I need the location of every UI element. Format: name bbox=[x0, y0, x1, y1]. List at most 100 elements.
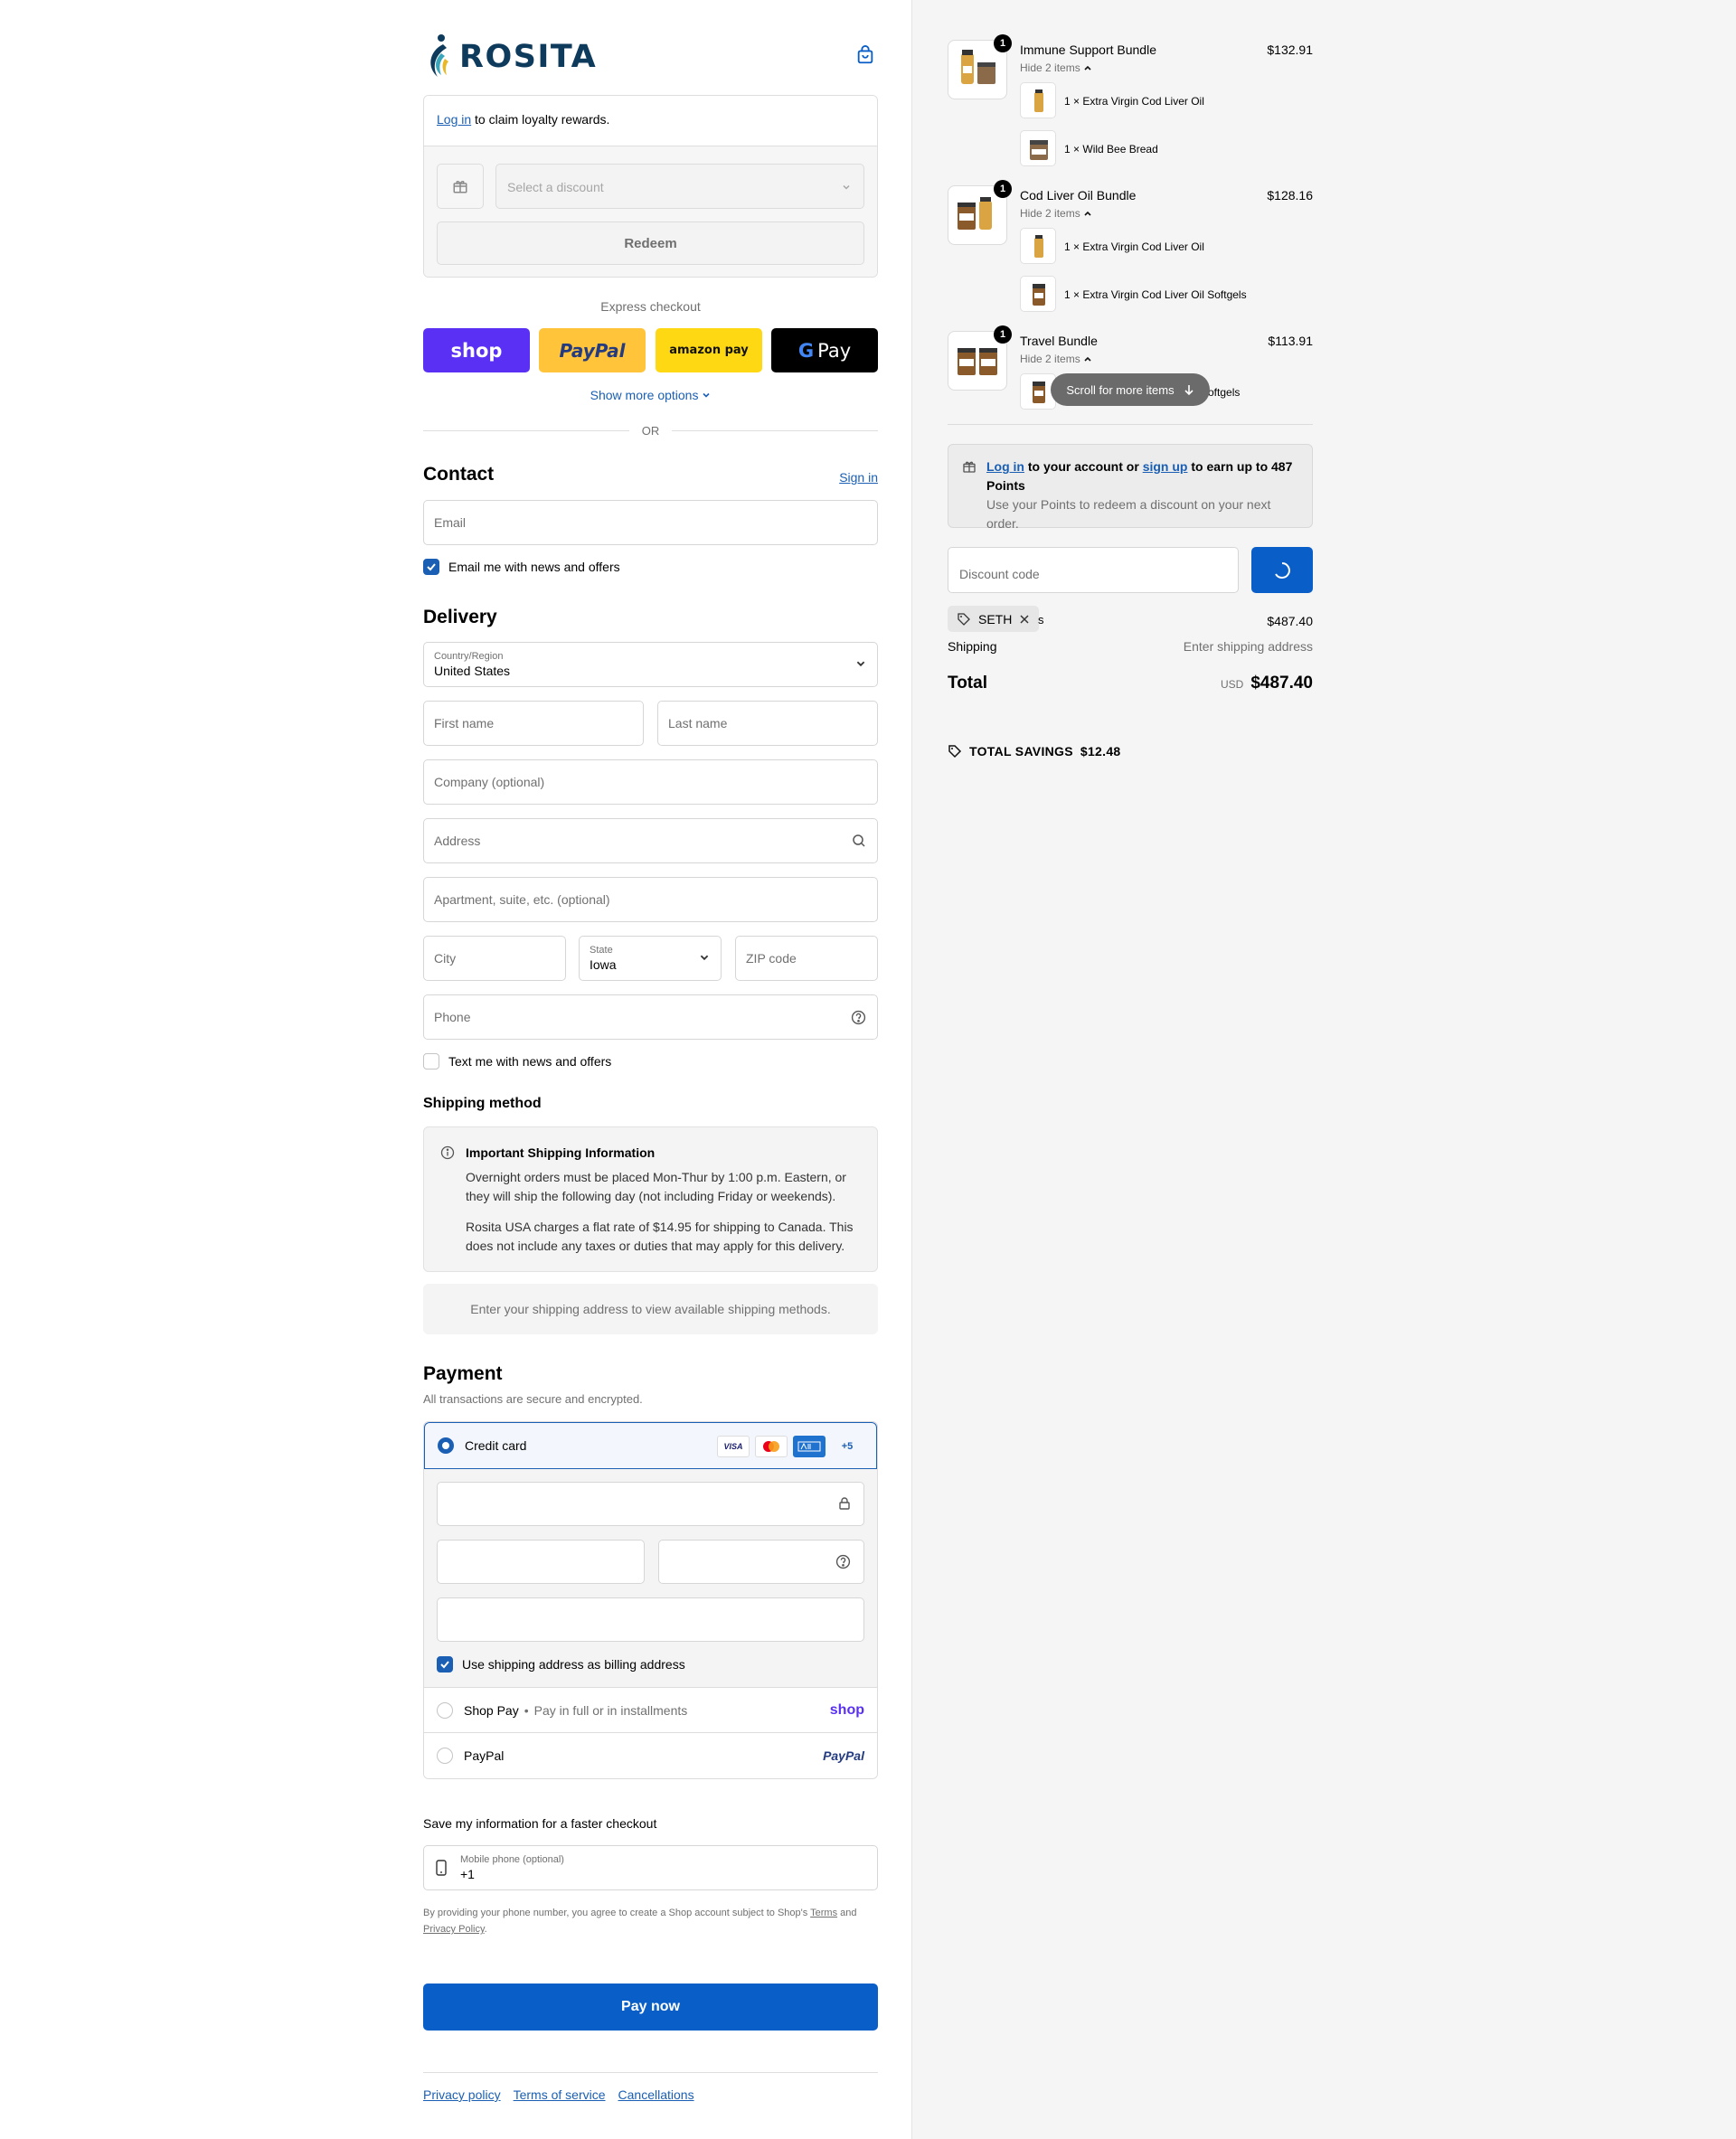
shipping-info-card: Important Shipping Information Overnight… bbox=[423, 1126, 878, 1272]
rosita-logo[interactable]: ROSITA bbox=[423, 33, 597, 81]
phone-field[interactable]: Phone bbox=[423, 994, 878, 1040]
hide-items-toggle[interactable]: Hide 2 items bbox=[1020, 61, 1092, 74]
shop-pay-option[interactable]: Shop Pay • Pay in full or in installment… bbox=[424, 1688, 877, 1733]
hide-items-toggle[interactable]: Hide 2 items bbox=[1020, 207, 1092, 220]
visa-icon: VISA bbox=[717, 1436, 750, 1457]
shop-pay-dot: • bbox=[524, 1702, 529, 1718]
sign-in-link[interactable]: Sign in bbox=[839, 470, 878, 485]
amazon-pay-express-button[interactable]: amazon pay bbox=[656, 328, 762, 372]
rosita-logo-icon bbox=[430, 34, 448, 77]
total-value: USD $487.40 bbox=[1221, 674, 1313, 693]
company-field[interactable]: Company (optional) bbox=[423, 759, 878, 805]
redeem-button[interactable]: Redeem bbox=[437, 221, 864, 265]
credit-card-label: Credit card bbox=[465, 1438, 527, 1453]
more-cards-badge: +5 bbox=[841, 1441, 854, 1452]
sub-item-qty: 1 bbox=[1064, 95, 1071, 108]
quantity-badge: 1 bbox=[994, 34, 1012, 52]
paypal-express-button[interactable]: PayPal bbox=[539, 328, 646, 372]
scroll-for-more-button[interactable]: Scroll for more items bbox=[1051, 373, 1210, 406]
email-news-option[interactable]: Email me with news and offers bbox=[423, 559, 620, 575]
hide-items-label: Hide 2 items bbox=[1020, 61, 1080, 74]
first-name-placeholder: First name bbox=[434, 716, 495, 730]
last-name-field[interactable]: Last name bbox=[657, 701, 878, 746]
apply-discount-button[interactable] bbox=[1251, 547, 1313, 593]
text-news-option[interactable]: Text me with news and offers bbox=[423, 1053, 611, 1070]
subtotal-label-partial: s bbox=[1038, 613, 1044, 627]
discount-code-placeholder: Discount code bbox=[959, 566, 1040, 581]
pay-now-button[interactable]: Pay now bbox=[423, 1984, 878, 2031]
sub-item: 1 × Extra Virgin Cod Liver Oil bbox=[1064, 240, 1204, 253]
shop-legal-text: By providing your phone number, you agre… bbox=[423, 1905, 878, 1937]
checkmark-icon bbox=[440, 1661, 449, 1669]
sub-item-thumbnail bbox=[1020, 130, 1056, 166]
arrow-down-icon bbox=[1184, 385, 1194, 396]
close-icon[interactable] bbox=[1019, 614, 1030, 625]
shop-terms-link[interactable]: Terms bbox=[810, 1908, 837, 1918]
loading-spinner-icon bbox=[1275, 561, 1290, 579]
sub-item: 1 × Extra Virgin Cod Liver Oil Softgels bbox=[1064, 288, 1247, 301]
search-icon bbox=[852, 834, 866, 851]
credit-card-radio[interactable] bbox=[438, 1437, 454, 1454]
address-placeholder: Address bbox=[434, 834, 481, 848]
points-subtext: Use your Points to redeem a discount on … bbox=[986, 497, 1271, 531]
paypal-option[interactable]: PayPal PayPal bbox=[424, 1733, 877, 1778]
item-price: $128.16 bbox=[1267, 188, 1313, 203]
item-name: Immune Support Bundle bbox=[1020, 42, 1156, 57]
company-placeholder: Company (optional) bbox=[434, 775, 545, 789]
email-field[interactable]: Email bbox=[423, 500, 878, 545]
discount-select[interactable]: Select a discount bbox=[495, 164, 864, 209]
hide-items-toggle[interactable]: Hide 2 items bbox=[1020, 353, 1092, 365]
paypal-radio[interactable] bbox=[437, 1748, 453, 1764]
points-signup-link[interactable]: sign up bbox=[1143, 459, 1188, 474]
first-name-field[interactable]: First name bbox=[423, 701, 644, 746]
show-more-options-link[interactable]: Show more options bbox=[423, 388, 878, 402]
discount-code-input[interactable]: Discount code bbox=[948, 547, 1239, 593]
city-field[interactable]: City bbox=[423, 936, 566, 981]
help-circle-icon[interactable] bbox=[835, 1554, 851, 1574]
apartment-field[interactable]: Apartment, suite, etc. (optional) bbox=[423, 877, 878, 922]
legal-text-end: . bbox=[484, 1924, 487, 1935]
email-news-checkbox[interactable] bbox=[423, 559, 439, 575]
sub-item-times: × bbox=[1073, 95, 1080, 108]
shop-pay-express-button[interactable]: shop bbox=[423, 328, 530, 372]
item-name: Travel Bundle bbox=[1020, 334, 1098, 348]
shop-pay-radio[interactable] bbox=[437, 1701, 453, 1719]
credit-card-option[interactable]: Credit card VISA +5 bbox=[424, 1422, 877, 1469]
city-placeholder: City bbox=[434, 951, 457, 966]
total-currency: USD bbox=[1220, 678, 1244, 691]
zip-field[interactable]: ZIP code bbox=[735, 936, 878, 981]
cancellations-link[interactable]: Cancellations bbox=[618, 2087, 694, 2102]
name-on-card-field[interactable] bbox=[437, 1597, 864, 1642]
contact-heading: Contact bbox=[423, 464, 495, 485]
total-savings-value: $12.48 bbox=[1080, 744, 1121, 759]
loyalty-card: Log in to claim loyalty rewards. Select … bbox=[423, 95, 878, 278]
card-number-field[interactable] bbox=[437, 1482, 864, 1526]
chevron-down-icon bbox=[842, 180, 851, 194]
help-circle-icon[interactable] bbox=[851, 1010, 866, 1028]
address-field[interactable]: Address bbox=[423, 818, 878, 863]
loyalty-login-link[interactable]: Log in bbox=[437, 112, 471, 127]
item-price: $132.91 bbox=[1267, 42, 1313, 57]
mobile-phone-value: +1 bbox=[460, 1867, 475, 1881]
shop-privacy-link[interactable]: Privacy Policy bbox=[423, 1924, 485, 1935]
apartment-placeholder: Apartment, suite, etc. (optional) bbox=[434, 892, 610, 907]
text-news-checkbox[interactable] bbox=[423, 1053, 439, 1070]
country-select[interactable]: Country/Region United States bbox=[423, 642, 878, 687]
brand-name: ROSITA bbox=[459, 39, 598, 75]
points-headline: Log in to your account or sign up to ear… bbox=[986, 457, 1297, 495]
expiration-date-field[interactable] bbox=[437, 1540, 645, 1584]
mobile-phone-field[interactable]: Mobile phone (optional) +1 bbox=[423, 1845, 878, 1890]
points-login-link[interactable]: Log in bbox=[986, 459, 1024, 474]
google-pay-express-button[interactable]: G Pay bbox=[771, 328, 878, 372]
show-more-label: Show more options bbox=[590, 388, 699, 402]
shopping-bag-icon[interactable] bbox=[855, 45, 877, 67]
gift-icon bbox=[962, 459, 976, 479]
state-select[interactable]: State Iowa bbox=[579, 936, 722, 981]
security-code-field[interactable] bbox=[658, 1540, 864, 1584]
terms-of-service-link[interactable]: Terms of service bbox=[514, 2087, 606, 2102]
billing-address-checkbox[interactable] bbox=[437, 1656, 453, 1673]
privacy-policy-link[interactable]: Privacy policy bbox=[423, 2087, 501, 2102]
sub-item: 1 × Extra Virgin Cod Liver Oil bbox=[1064, 95, 1204, 108]
billing-address-option[interactable]: Use shipping address as billing address bbox=[437, 1656, 685, 1673]
chevron-up-icon bbox=[1084, 356, 1091, 362]
